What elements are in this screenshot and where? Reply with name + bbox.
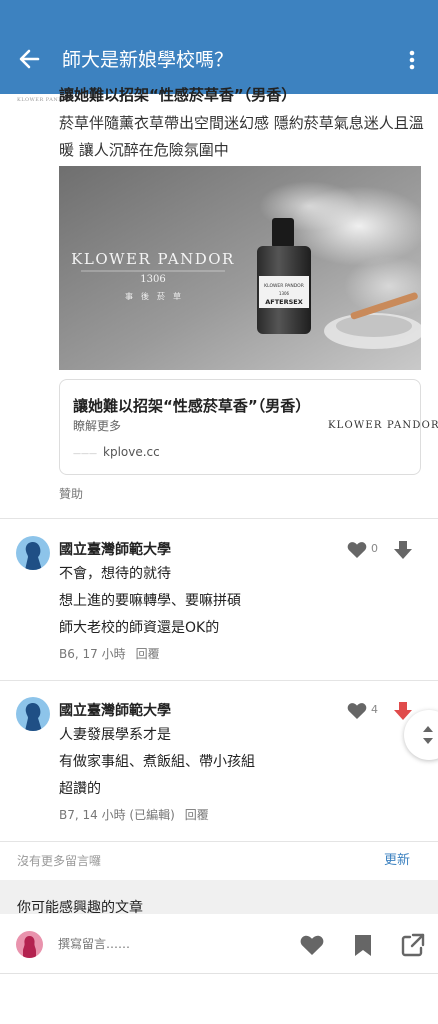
arrow-left-icon[interactable] [14,44,44,74]
user-silhouette-icon [25,542,42,570]
comment-line: 師大老校的師資還是OK的 [59,620,220,636]
comment-line: 有做家事組、煮飯組、帶小孩組 [59,754,255,770]
avatar[interactable] [16,536,50,570]
like-button[interactable]: 0 [347,538,385,562]
reply-button[interactable]: 回覆 [185,808,209,822]
comment-author[interactable]: 國立臺灣師範大學 [59,701,171,721]
arrow-down-icon[interactable] [393,539,413,561]
ad-image-number: 1306 [140,274,165,285]
ad-link-card[interactable]: 讓她難以招架“性感菸草香”（男香） 瞭解更多 ——— kplove.cc KLOW… [59,379,438,475]
divider [0,841,438,842]
more-vertical-icon[interactable] [400,46,424,74]
like-button[interactable]: 4 [347,699,385,723]
ad-body: 菸草伴隨薰衣草帶出空間迷幻感 隱約菸草氣息迷人且溫暖 讓人沉醉在危險氛圍中 [59,114,424,159]
user-silhouette-icon [23,936,36,958]
no-more-comments: 沒有更多留言囉 [17,854,102,868]
share-icon[interactable] [400,932,426,958]
learn-more-link[interactable]: 瞭解更多 [73,417,121,435]
scroll-fab[interactable] [404,710,438,760]
comment-b7: 國立臺灣師範大學 4 人妻發展學系才是 有做家事組、煮飯組、帶小孩組 超讚的 B… [0,697,438,837]
comment-line: 人妻發展學系才是 [59,727,171,743]
comment-meta: B6, 17 小時 回覆 [59,645,160,663]
bookmark-icon[interactable] [350,932,376,958]
ad-card-title: 讓她難以招架“性感菸草香”（男香） [73,397,311,415]
divider [0,518,438,519]
divider [0,680,438,681]
perfume-ad-illustration: KLOWER PANDOR 1306 AFTERSEX KLOWER PANDO… [59,166,421,370]
heart-icon[interactable] [299,932,325,958]
heart-icon [347,703,367,719]
ad-card-domain-text: kplove.cc [103,445,160,459]
heart-icon [347,542,367,558]
comment-floor-time: B7, 14 小時 (已編輯) [59,808,175,822]
comment-meta: B7, 14 小時 (已編輯) 回覆 [59,806,209,824]
comment-floor-time: B6, 17 小時 [59,647,126,661]
comment-bar [0,914,438,974]
ad-card-brand: KLOWER PANDOR [328,420,438,431]
scroll-up-down-icon [423,726,433,744]
bottle-name: AFTERSEX [265,298,302,306]
ad-title: 讓她難以招架“性感菸草香”（男香） [59,86,297,104]
ad-image[interactable]: KLOWER PANDOR 1306 AFTERSEX KLOWER PANDO… [59,166,421,370]
comment-line: 超讚的 [59,781,101,797]
sponsored-post: KLOWER PANDOR 讓她難以招架“性感菸草香”（男香） 菸草伴隨薰衣草帶… [0,80,438,518]
like-count: 4 [371,703,378,716]
comment-line: 想上進的要嘛轉學、要嘛拼碩 [59,593,241,609]
refresh-button[interactable]: 更新 [384,852,410,870]
page-title: 師大是新娘學校嗎？ [62,49,234,71]
ad-image-subtitle: 事 後 菸 草 [125,291,181,301]
sponsored-label: 贊助 [59,487,84,501]
comment-author[interactable]: 國立臺灣師範大學 [59,540,171,560]
comment-b6: 國立臺灣師範大學 0 不會，想待的就待 想上進的要嘛轉學、要嘛拼碩 師大老校的師… [0,536,438,676]
user-avatar[interactable] [16,931,43,958]
comment-input[interactable] [58,934,278,954]
ad-image-brand: KLOWER PANDOR [71,250,235,268]
like-count: 0 [371,542,378,555]
user-silhouette-icon [25,703,42,731]
comment-line: 不會，想待的就待 [59,566,171,582]
bottle-brand: KLOWER PANDOR [264,283,304,289]
bottle-number: 1306 [279,291,290,296]
reply-button[interactable]: 回覆 [136,647,160,661]
ad-card-domain: ——— kplove.cc [73,445,160,459]
avatar[interactable] [16,697,50,731]
